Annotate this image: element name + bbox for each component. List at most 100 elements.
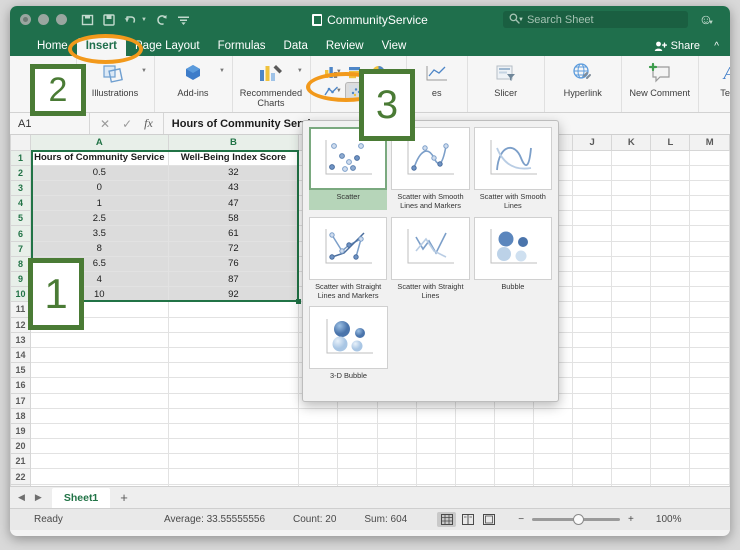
cell-E21[interactable]	[376, 453, 417, 470]
cell-G19[interactable]	[454, 422, 496, 440]
undo-dropdown-icon[interactable]: ▼	[141, 17, 147, 23]
row-header-20[interactable]: 20	[10, 438, 32, 455]
row-header-23[interactable]: 23	[10, 483, 32, 486]
cell-L22[interactable]	[650, 468, 691, 485]
cell-A18[interactable]	[30, 407, 169, 424]
row-header-5[interactable]: 5	[10, 210, 32, 227]
cell-A20[interactable]	[30, 438, 169, 455]
column-chart-button[interactable]: ▼	[321, 64, 344, 80]
cell-H22[interactable]	[494, 468, 535, 485]
illustrations-dropdown-icon[interactable]: ▼	[141, 68, 147, 74]
cell-I21[interactable]	[533, 453, 574, 470]
cell-C20[interactable]	[298, 438, 339, 455]
column-header-b[interactable]: B	[167, 135, 300, 151]
cell-L13[interactable]	[650, 331, 691, 348]
normal-view-icon[interactable]	[437, 512, 457, 527]
cell-B13[interactable]	[167, 331, 300, 348]
cell-J5[interactable]	[572, 210, 613, 227]
page-layout-view-icon[interactable]	[458, 512, 477, 527]
tab-insert[interactable]: Insert	[76, 37, 127, 56]
illustrations-button[interactable]: Illustrations	[84, 60, 146, 98]
sparklines-button[interactable]: es	[414, 60, 460, 98]
cell-L12[interactable]	[650, 316, 691, 333]
cell-J8[interactable]	[572, 255, 613, 273]
cell-L2[interactable]	[650, 164, 691, 181]
column-header-m[interactable]: M	[689, 135, 730, 151]
add-ins-dropdown-icon[interactable]: ▼	[219, 68, 225, 74]
row-header-4[interactable]: 4	[10, 195, 32, 212]
cell-A5[interactable]: 2.5	[30, 210, 169, 227]
window-controls[interactable]	[20, 14, 67, 25]
scatter-chart-gallery[interactable]: Scatter Scatter with Smooth Lines and Ma…	[302, 120, 559, 402]
share-button[interactable]: Share	[654, 40, 700, 52]
gallery-item-bubble-3d[interactable]: 3-D Bubble	[307, 306, 390, 393]
cell-C21[interactable]	[298, 453, 339, 470]
cell-I18[interactable]	[533, 407, 574, 424]
cell-J2[interactable]	[572, 164, 613, 181]
zoom-slider[interactable]	[532, 514, 621, 525]
cell-B16[interactable]	[167, 377, 300, 394]
fx-icon[interactable]: fx	[144, 116, 153, 131]
cell-A3[interactable]: 0	[30, 179, 169, 197]
cell-K23[interactable]	[611, 483, 652, 486]
cell-L4[interactable]	[650, 195, 691, 212]
check-icon[interactable]: ✓	[122, 117, 132, 131]
close-window-button[interactable]	[20, 14, 31, 25]
cell-J14[interactable]	[572, 346, 613, 364]
cell-L18[interactable]	[650, 407, 691, 424]
column-header-j[interactable]: J	[572, 135, 613, 151]
line-chart-dropdown-icon[interactable]: ▼	[336, 88, 342, 94]
cell-K12[interactable]	[611, 316, 652, 333]
cell-M9[interactable]	[689, 270, 730, 288]
row-header-22[interactable]: 22	[10, 468, 32, 485]
zoom-slider-knob[interactable]	[573, 514, 585, 525]
cell-B19[interactable]	[167, 422, 300, 440]
cell-B22[interactable]	[167, 468, 300, 485]
cell-A13[interactable]	[30, 331, 169, 348]
gallery-item-scatter-straight[interactable]: Scatter with Straight Lines	[389, 216, 471, 307]
cell-D19[interactable]	[337, 422, 378, 440]
cell-K20[interactable]	[611, 438, 652, 455]
cell-L16[interactable]	[650, 377, 691, 394]
collapse-ribbon-icon[interactable]: ^	[714, 41, 719, 52]
cell-D20[interactable]	[337, 438, 378, 455]
cell-M10[interactable]	[689, 286, 730, 303]
cell-J1[interactable]	[572, 149, 613, 166]
row-header-6[interactable]: 6	[10, 225, 32, 242]
cell-B2[interactable]: 32	[167, 164, 300, 181]
cell-B12[interactable]	[167, 316, 300, 333]
cell-J21[interactable]	[572, 453, 613, 470]
cell-M22[interactable]	[689, 468, 730, 485]
cell-J6[interactable]	[572, 225, 613, 242]
row-header-15[interactable]: 15	[10, 362, 32, 379]
cell-D23[interactable]	[337, 483, 378, 486]
cell-M14[interactable]	[689, 346, 730, 364]
row-header-3[interactable]: 3	[10, 179, 32, 197]
cell-A22[interactable]	[30, 468, 169, 485]
row-header-17[interactable]: 17	[10, 392, 32, 409]
cell-K8[interactable]	[611, 255, 652, 273]
cell-K13[interactable]	[611, 331, 652, 348]
slicer-button[interactable]: Slicer	[475, 60, 537, 98]
cell-M15[interactable]	[689, 362, 730, 379]
recommended-charts-dropdown-icon[interactable]: ▼	[297, 68, 303, 74]
cell-M7[interactable]	[689, 240, 730, 257]
zoom-control[interactable]: − +	[518, 514, 634, 525]
cell-L15[interactable]	[650, 362, 691, 379]
cell-B8[interactable]: 76	[167, 255, 300, 273]
cell-A7[interactable]: 8	[30, 240, 169, 257]
cell-B5[interactable]: 58	[167, 210, 300, 227]
cell-M18[interactable]	[689, 407, 730, 424]
cell-A19[interactable]	[30, 422, 169, 440]
cell-L6[interactable]	[650, 225, 691, 242]
select-all-corner[interactable]	[10, 135, 32, 151]
quick-access-toolbar[interactable]: ▼	[81, 13, 190, 26]
cell-M1[interactable]	[689, 149, 730, 166]
cell-K19[interactable]	[611, 422, 652, 440]
zoom-in-button[interactable]: +	[628, 514, 634, 525]
add-sheet-button[interactable]: +	[120, 490, 128, 505]
cell-H21[interactable]	[494, 453, 535, 470]
cell-H19[interactable]	[494, 422, 535, 440]
zoom-out-button[interactable]: −	[518, 514, 524, 525]
cell-J12[interactable]	[572, 316, 613, 333]
